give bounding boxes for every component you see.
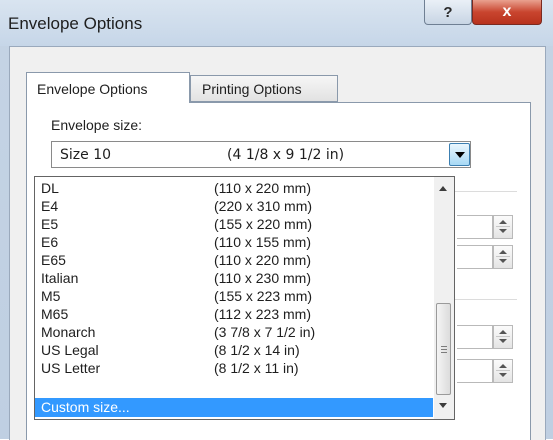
tab-printing-options[interactable]: Printing Options: [190, 75, 338, 102]
list-item[interactable]: E6 (110 x 155 mm): [35, 233, 433, 252]
spin-down-icon: [499, 339, 507, 343]
dialog-window: Envelope Options ? x Envelope Options Pr…: [0, 0, 553, 440]
tab-printing-options-label: Printing Options: [202, 81, 302, 97]
chevron-down-icon: [454, 151, 465, 158]
spin-button[interactable]: [493, 215, 513, 239]
list-item-custom-size[interactable]: Custom size...: [35, 398, 433, 417]
tab-envelope-options[interactable]: Envelope Options: [26, 72, 190, 103]
spin-button[interactable]: [493, 359, 513, 383]
spin-down-icon: [499, 259, 507, 263]
list-item-name: E6: [41, 234, 59, 250]
delivery-from-top-field[interactable]: [457, 245, 493, 269]
envelope-size-label: Envelope size:: [51, 117, 143, 133]
spin-up-icon: [499, 220, 507, 224]
list-item-dims: (110 x 220 mm): [214, 180, 311, 196]
list-item[interactable]: Italian (110 x 230 mm): [35, 269, 433, 288]
help-icon: ?: [443, 3, 453, 21]
list-item-dims: (110 x 230 mm): [214, 270, 311, 286]
scrollbar-thumb[interactable]: [436, 303, 451, 395]
list-item[interactable]: M5 (155 x 223 mm): [35, 287, 433, 306]
list-item[interactable]: E65 (110 x 220 mm): [35, 251, 433, 270]
envelope-size-selected-dims: (4 1/8 x 9 1/2 in): [227, 147, 345, 163]
list-item-name: Italian: [41, 270, 79, 286]
list-item-name: E65: [41, 252, 66, 268]
list-item-name: M5: [41, 288, 61, 304]
list-item-dims: (8 1/2 x 11 in): [214, 360, 299, 376]
list-item-name: US Letter: [41, 360, 101, 376]
list-item-dims: (112 x 223 mm): [214, 306, 311, 322]
window-title: Envelope Options: [8, 14, 143, 33]
list-item-dims: (155 x 220 mm): [214, 216, 313, 232]
spin-up-icon: [499, 330, 507, 334]
scroll-up-icon[interactable]: [439, 186, 447, 191]
list-item[interactable]: E4 (220 x 310 mm): [35, 197, 433, 216]
list-item-dims: (3 7/8 x 7 1/2 in): [214, 324, 316, 340]
spin-button[interactable]: [493, 245, 513, 269]
spin-up-icon: [499, 364, 507, 368]
list-item[interactable]: Monarch (3 7/8 x 7 1/2 in): [35, 323, 433, 342]
divider: [447, 299, 517, 300]
envelope-size-selected-name: Size 10: [60, 147, 112, 163]
envelope-size-select[interactable]: Size 10 (4 1/8 x 9 1/2 in): [51, 141, 471, 168]
list-item-name: DL: [41, 180, 59, 196]
envelope-size-dropdown-button[interactable]: [449, 143, 470, 166]
list-item-dims: (110 x 155 mm): [214, 234, 311, 250]
return-from-top-field[interactable]: [457, 359, 493, 383]
list-item-name: M65: [41, 306, 69, 322]
spin-up-icon: [499, 250, 507, 254]
list-item-name: E5: [41, 216, 59, 232]
delivery-from-left-field[interactable]: [457, 215, 493, 239]
return-from-left-field[interactable]: [457, 325, 493, 349]
list-item-dims: (110 x 220 mm): [214, 252, 311, 268]
list-item-name: Custom size...: [41, 399, 130, 415]
list-item-name: Monarch: [41, 324, 96, 340]
title-bar[interactable]: Envelope Options ? x: [0, 0, 553, 46]
scroll-down-icon[interactable]: [439, 403, 447, 408]
spin-button[interactable]: [493, 325, 513, 349]
list-item-dims: (155 x 223 mm): [214, 288, 313, 304]
close-icon: x: [502, 3, 512, 20]
divider: [447, 191, 517, 192]
list-item-dims: (8 1/2 x 14 in): [214, 342, 300, 358]
tab-envelope-options-label: Envelope Options: [37, 81, 148, 97]
list-item-dims: (220 x 310 mm): [214, 198, 313, 214]
close-button[interactable]: x: [472, 0, 542, 25]
list-item[interactable]: E5 (155 x 220 mm): [35, 215, 433, 234]
list-item[interactable]: DL (110 x 220 mm): [35, 179, 433, 198]
list-item[interactable]: M65 (112 x 223 mm): [35, 305, 433, 324]
list-item-name: US Legal: [41, 342, 99, 358]
list-item[interactable]: US Legal (8 1/2 x 14 in): [35, 341, 433, 360]
spin-down-icon: [499, 229, 507, 233]
help-button[interactable]: ?: [424, 0, 472, 25]
list-item[interactable]: US Letter (8 1/2 x 11 in): [35, 359, 433, 378]
spin-down-icon: [499, 373, 507, 377]
dropdown-scrollbar[interactable]: [434, 177, 454, 419]
list-item-name: E4: [41, 198, 59, 214]
envelope-size-dropdown-list[interactable]: DL (110 x 220 mm) E4 (220 x 310 mm) E5 (…: [34, 176, 455, 420]
